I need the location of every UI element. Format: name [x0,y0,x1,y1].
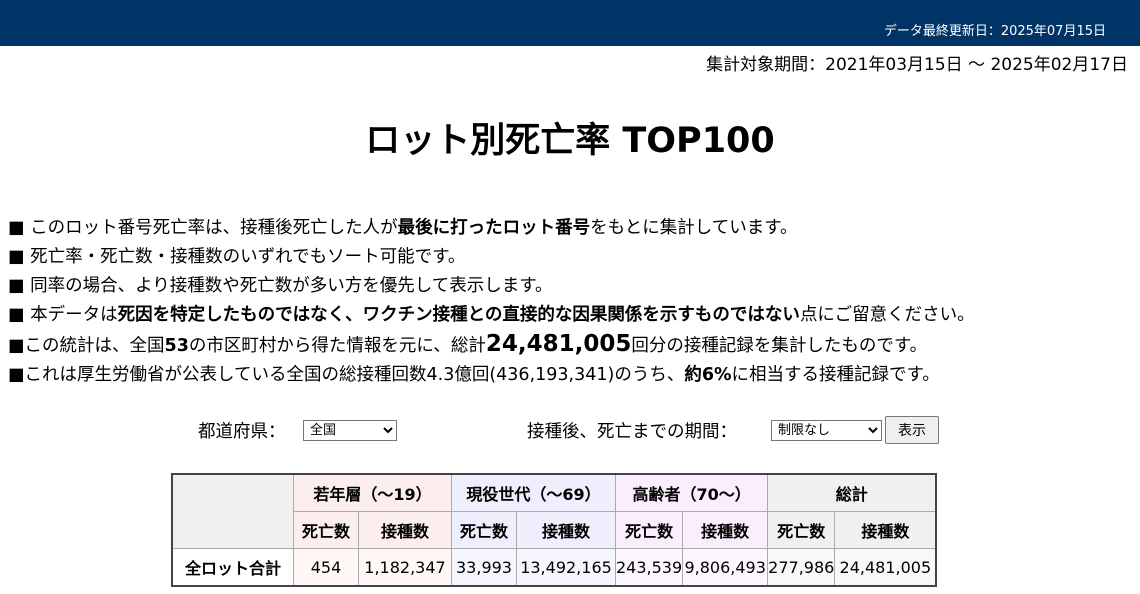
notes-list: ■ このロット番号死亡率は、接種後死亡した人が最後に打ったロット番号をもとに集計… [8,214,975,390]
table-corner-cell [171,473,294,549]
total-vaccinations-cell: 24,481,005 [834,548,937,587]
filter-controls: 都道府県： 全国 接種後、死亡までの期間： 制限なし 表示 [0,414,1140,446]
row-label: 全ロット合計 [171,548,294,587]
last-updated-text: データ最終更新日：2025年07月15日 [883,24,1106,39]
note-item: ■これは厚生労働省が公表している全国の総接種回数4.3億回(436,193,34… [8,365,940,385]
subheader-deaths: 死亡数 [451,511,517,549]
working-deaths-cell: 33,993 [451,548,517,587]
page-title: ロット別死亡率 TOP100 [365,121,775,161]
subheader-deaths: 死亡数 [767,511,836,549]
aggregation-period: 集計対象期間：2021年03月15日 〜 2025年02月17日 [706,55,1128,75]
note-item: ■ 死亡率・死亡数・接種数のいずれでもソート可能です。 [8,247,466,267]
note-item: ■この統計は、全国53の市区町村から得た情報を元に、総計24,481,005回分… [8,331,928,357]
top-banner: データ最終更新日：2025年07月15日 [0,0,1140,46]
group-header-total: 総計 [767,473,937,512]
show-button[interactable]: 表示 [885,416,939,444]
subheader-vaccinations: 接種数 [516,511,616,549]
summary-table: 若年層（〜19） 現役世代（〜69） 高齢者（70〜） 総計 死亡数 接種数 死… [171,473,938,587]
young-vaccinations-cell: 1,182,347 [358,548,452,587]
group-header-working: 現役世代（〜69） [451,473,616,512]
note-item: ■ 本データは死因を特定したものではなく、ワクチン接種との直接的な因果関係を示す… [8,305,975,325]
total-deaths-cell: 277,986 [767,548,836,587]
table-row: 全ロット合計 454 1,182,347 33,993 13,492,165 2… [171,548,937,587]
note-item: ■ このロット番号死亡率は、接種後死亡した人が最後に打ったロット番号をもとに集計… [8,218,798,238]
subheader-vaccinations: 接種数 [682,511,769,549]
prefecture-select[interactable]: 全国 [303,420,397,441]
death-period-select[interactable]: 制限なし [771,420,882,441]
working-vaccinations-cell: 13,492,165 [516,548,616,587]
death-period-label: 接種後、死亡までの期間： [527,422,737,442]
group-header-elderly: 高齢者（70〜） [614,473,769,512]
elderly-vaccinations-cell: 9,806,493 [682,548,769,587]
subheader-deaths: 死亡数 [614,511,684,549]
note-item: ■ 同率の場合、より接種数や死亡数が多い方を優先して表示します。 [8,276,553,296]
group-header-young: 若年層（〜19） [293,473,452,512]
subheader-deaths: 死亡数 [293,511,359,549]
elderly-deaths-cell: 243,539 [614,548,684,587]
subheader-vaccinations: 接種数 [358,511,452,549]
young-deaths-cell: 454 [293,548,359,587]
prefecture-label: 都道府県： [198,422,286,442]
subheader-vaccinations: 接種数 [834,511,937,549]
